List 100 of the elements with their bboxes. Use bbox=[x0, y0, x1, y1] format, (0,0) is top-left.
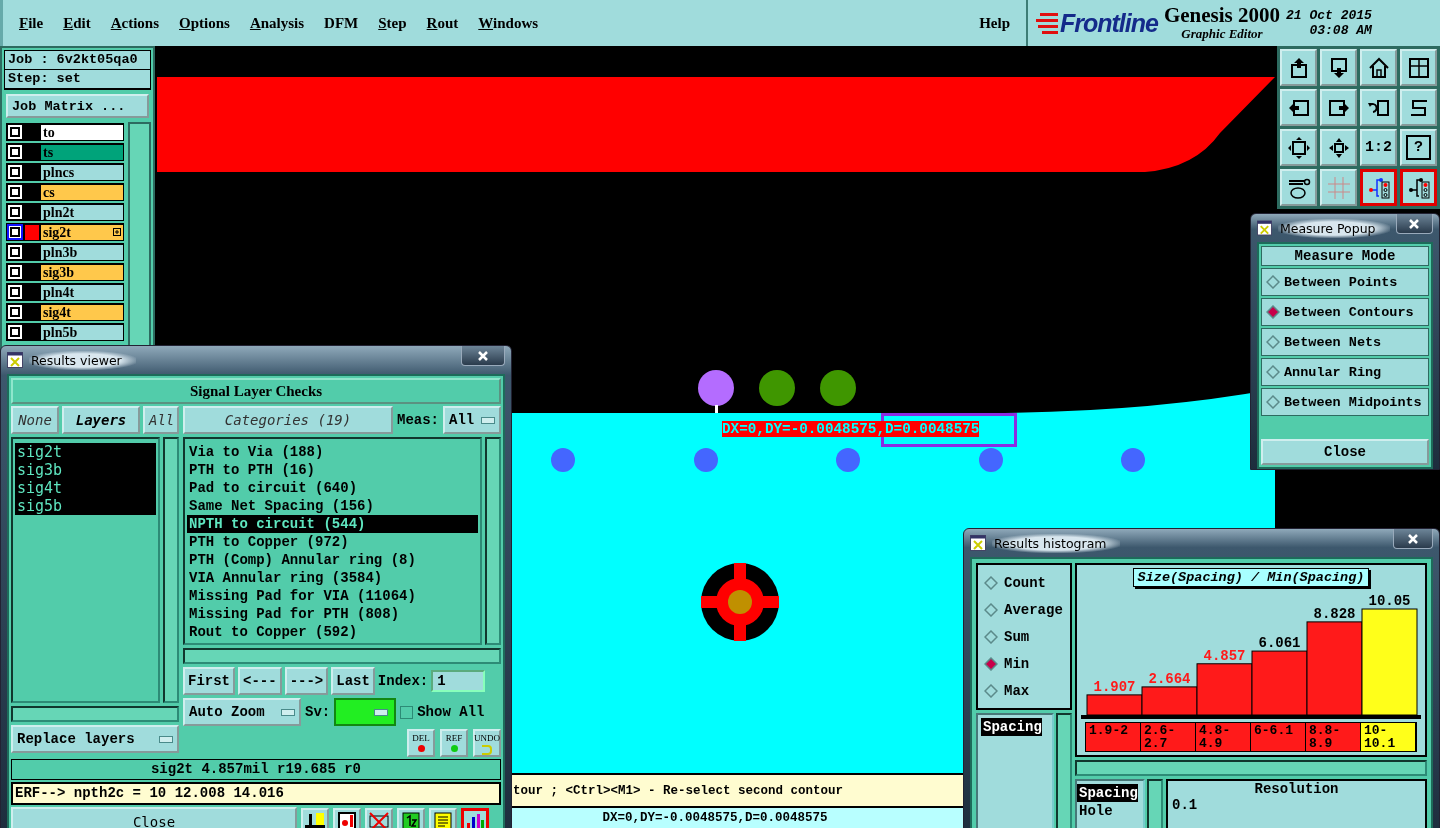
layer-name[interactable]: pln5b bbox=[41, 324, 123, 340]
categories-button[interactable]: Categories (19) bbox=[183, 406, 393, 434]
layer-name[interactable]: pln3b bbox=[41, 244, 123, 260]
layer-toggle-icon[interactable] bbox=[7, 264, 23, 280]
layer-row[interactable]: to bbox=[6, 123, 124, 141]
attribute-list-item[interactable]: Spacing bbox=[1077, 784, 1138, 802]
statistic-option[interactable]: Average bbox=[978, 596, 1070, 623]
scroll-bar[interactable] bbox=[485, 437, 501, 645]
severity-dropdown[interactable] bbox=[334, 698, 397, 726]
layer-toggle-icon[interactable] bbox=[7, 164, 23, 180]
menu-item[interactable]: Options bbox=[179, 14, 230, 32]
tool-button[interactable]: UNDO bbox=[473, 729, 501, 757]
close-button[interactable] bbox=[461, 346, 505, 366]
layer-toggle-icon[interactable] bbox=[7, 204, 23, 220]
attribute-list-item[interactable]: Hole bbox=[1077, 802, 1113, 820]
layer-row[interactable]: sig3b bbox=[6, 263, 124, 281]
layer-toggle-icon[interactable] bbox=[7, 304, 23, 320]
layer-row[interactable]: ts bbox=[6, 143, 124, 161]
navigation-button[interactable]: First bbox=[183, 667, 235, 695]
toolbar-button[interactable] bbox=[1400, 49, 1437, 86]
toolbar-button[interactable] bbox=[1360, 49, 1397, 86]
category-list-item[interactable]: NPTH to circuit (544) bbox=[187, 515, 478, 533]
measure-list-item[interactable]: Spacing bbox=[981, 718, 1042, 736]
help-menu[interactable]: Help bbox=[979, 14, 1010, 32]
category-list-item[interactable]: PTH to PTH (16) bbox=[187, 461, 478, 479]
toolbar-button[interactable] bbox=[1320, 49, 1357, 86]
category-list-item[interactable]: PTH (Comp) Annular ring (8) bbox=[187, 551, 478, 569]
replace-layers-dropdown[interactable]: Replace layers bbox=[11, 725, 179, 753]
radio-button[interactable] bbox=[984, 683, 998, 698]
layer-toggle-icon[interactable] bbox=[7, 224, 23, 240]
menu-item[interactable]: File bbox=[19, 14, 44, 32]
help-button[interactable]: ? bbox=[1400, 129, 1437, 166]
zoom-mode-dropdown[interactable]: Auto Zoom bbox=[183, 698, 301, 726]
category-list-item[interactable]: Via to Via (188) bbox=[187, 443, 478, 461]
show-all-checkbox[interactable] bbox=[400, 705, 414, 719]
radio-button[interactable] bbox=[984, 656, 998, 671]
category-list-item[interactable]: Same Net Spacing (156) bbox=[187, 497, 478, 515]
close-button[interactable]: Close bbox=[1261, 439, 1429, 465]
layer-toggle-icon[interactable] bbox=[7, 324, 23, 340]
layer-filter-button[interactable]: Layers bbox=[62, 406, 140, 434]
layer-filter-button[interactable]: All bbox=[143, 406, 179, 434]
radio-button[interactable] bbox=[1266, 365, 1280, 379]
tool-button[interactable] bbox=[461, 808, 489, 828]
category-list-item[interactable]: Rout to Copper (592) bbox=[187, 623, 478, 641]
category-list-item[interactable]: VIA Annular ring (3584) bbox=[187, 569, 478, 587]
layer-name[interactable]: sig2t bbox=[41, 224, 123, 240]
layer-name[interactable]: to bbox=[41, 124, 123, 140]
category-list-item[interactable]: Missing Pad for PTH (808) bbox=[187, 605, 478, 623]
navigation-button[interactable]: <--- bbox=[238, 667, 282, 695]
layer-row[interactable]: pln3b bbox=[6, 243, 124, 261]
layer-row[interactable]: pln2t bbox=[6, 203, 124, 221]
layer-name[interactable]: cs bbox=[41, 184, 123, 200]
toolbar-button[interactable] bbox=[1400, 89, 1437, 126]
category-list-item[interactable]: Pad to circuit (640) bbox=[187, 479, 478, 497]
radio-button[interactable] bbox=[1266, 395, 1280, 409]
radio-button[interactable] bbox=[1266, 335, 1280, 349]
toolbar-button[interactable] bbox=[1280, 129, 1317, 166]
close-button[interactable] bbox=[1395, 214, 1433, 234]
layer-row[interactable]: plncs bbox=[6, 163, 124, 181]
radio-button[interactable] bbox=[984, 575, 998, 590]
layer-toggle-icon[interactable] bbox=[7, 144, 23, 160]
measure-mode-option[interactable]: Between Nets bbox=[1261, 328, 1429, 356]
tool-button[interactable]: REF bbox=[440, 729, 468, 757]
layer-toggle-icon[interactable] bbox=[7, 244, 23, 260]
scale-button[interactable]: 1:2 bbox=[1360, 129, 1397, 166]
layer-name[interactable]: pln2t bbox=[41, 204, 123, 220]
scroll-bar[interactable] bbox=[1147, 779, 1163, 828]
radio-button[interactable] bbox=[1266, 275, 1280, 289]
layer-row[interactable]: cs bbox=[6, 183, 124, 201]
layer-list-item[interactable]: sig3b bbox=[15, 461, 156, 479]
scroll-bar[interactable] bbox=[183, 648, 501, 664]
measure-mode-option[interactable]: Annular Ring bbox=[1261, 358, 1429, 386]
statistic-option[interactable]: Min bbox=[978, 650, 1070, 677]
statistic-option[interactable]: Max bbox=[978, 677, 1070, 704]
layer-row[interactable]: sig4t bbox=[6, 303, 124, 321]
measure-mode-option[interactable]: Between Points bbox=[1261, 268, 1429, 296]
layer-row[interactable]: sig2t bbox=[6, 223, 124, 241]
radio-button[interactable] bbox=[1266, 305, 1280, 319]
tool-button[interactable]: DEL bbox=[407, 729, 435, 757]
scroll-bar[interactable] bbox=[11, 706, 179, 722]
toolbar-toggle[interactable] bbox=[1360, 169, 1397, 206]
job-matrix-button[interactable]: Job Matrix ... bbox=[6, 94, 149, 118]
navigation-button[interactable]: Last bbox=[331, 667, 375, 695]
menu-item[interactable]: DFM bbox=[324, 14, 359, 32]
toolbar-toggle[interactable] bbox=[1400, 169, 1437, 206]
layer-toggle-icon[interactable] bbox=[7, 184, 23, 200]
layer-toggle-icon[interactable] bbox=[7, 284, 23, 300]
layer-list-item[interactable]: sig4t bbox=[15, 479, 156, 497]
toolbar-button[interactable] bbox=[1320, 129, 1357, 166]
category-list-item[interactable]: PTH to Copper (972) bbox=[187, 533, 478, 551]
layer-row[interactable]: pln5b bbox=[6, 323, 124, 341]
layer-name[interactable]: sig3b bbox=[41, 264, 123, 280]
radio-button[interactable] bbox=[984, 629, 998, 644]
toolbar-button[interactable] bbox=[1280, 169, 1317, 206]
layer-name[interactable]: pln4t bbox=[41, 284, 123, 300]
menu-item[interactable]: Analysis bbox=[249, 14, 305, 32]
scroll-bar[interactable] bbox=[1056, 713, 1072, 828]
layer-row[interactable]: pln4t bbox=[6, 283, 124, 301]
statistic-option[interactable]: Sum bbox=[978, 623, 1070, 650]
scroll-bar[interactable] bbox=[163, 437, 179, 703]
